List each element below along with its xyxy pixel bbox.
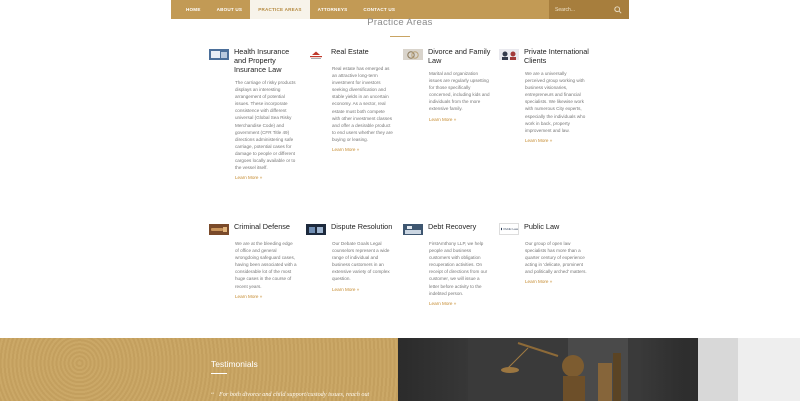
practice-card-public-law: Public Law Public Law Our group of open … xyxy=(499,222,589,284)
card-description: Marital and organization issues are regu… xyxy=(429,71,490,112)
card-title: Real Estate xyxy=(331,47,369,56)
practice-card-criminal-defense: Criminal Defense We are at the bleeding … xyxy=(209,222,299,299)
card-description: Our Debate Goals Legal counselors repres… xyxy=(332,241,390,282)
practice-card-debt-recovery: Debt Recovery FirstAmthony LLP, we help … xyxy=(403,222,493,306)
learn-more-link[interactable]: Learn More » xyxy=(429,301,493,306)
learn-more-link[interactable]: Learn More » xyxy=(235,175,299,180)
practice-card-health-insurance: Health Insurance and Property Insurance … xyxy=(209,47,299,180)
learn-more-link[interactable]: Learn More » xyxy=(235,294,299,299)
card-description: We are at the bleeding edge of office an… xyxy=(235,241,297,289)
practice-card-dispute-resolution: Dispute Resolution Our Debate Goals Lega… xyxy=(306,222,396,292)
card-description: FirstAmthony LLP, we help people and bus… xyxy=(429,241,488,296)
card-description: We are a universally perceived group wor… xyxy=(525,71,586,133)
quote-icon: “ xyxy=(211,391,215,399)
search-icon[interactable] xyxy=(613,5,623,15)
criminal-defense-thumbnail xyxy=(209,223,229,235)
public-law-thumbnail-label: Public Law xyxy=(503,227,518,231)
learn-more-link[interactable]: Learn More » xyxy=(332,287,396,292)
title-divider xyxy=(390,36,410,37)
testimonials-title: Testimonials xyxy=(211,359,258,369)
debt-recovery-thumbnail xyxy=(403,223,423,235)
learn-more-link[interactable]: Learn More » xyxy=(332,147,396,152)
card-title: Private International Clients xyxy=(524,47,589,65)
card-title: Criminal Defense xyxy=(234,222,290,231)
learn-more-link[interactable]: Learn More » xyxy=(429,117,493,122)
public-law-thumbnail: Public Law xyxy=(499,223,519,235)
card-title: Debt Recovery xyxy=(428,222,477,231)
health-insurance-thumbnail xyxy=(209,48,229,60)
card-title: Health Insurance and Property Insurance … xyxy=(234,47,290,74)
practice-card-divorce: Divorce and Family Law Marital and organ… xyxy=(403,47,493,122)
card-description: Our group of open law specialists has mo… xyxy=(525,241,587,275)
dispute-resolution-thumbnail xyxy=(306,223,326,235)
card-title: Divorce and Family Law xyxy=(428,47,491,65)
testimonials-section: Testimonials “ For both divorce and chil… xyxy=(0,338,398,401)
divorce-family-thumbnail xyxy=(403,48,423,60)
learn-more-link[interactable]: Learn More » xyxy=(525,138,589,143)
learn-more-link[interactable]: Learn More » xyxy=(525,279,589,284)
practice-card-real-estate: Real Estate Real estate has emerged as a… xyxy=(306,47,396,152)
card-description: Real estate has emerged as an attractive… xyxy=(332,66,393,142)
scales-of-justice-photo xyxy=(398,338,800,401)
testimonial-quote: For both divorce and child support/custo… xyxy=(219,391,370,398)
search-input[interactable] xyxy=(555,6,613,13)
real-estate-logo xyxy=(306,48,326,60)
testimonials-divider xyxy=(211,373,227,374)
card-title: Dispute Resolution xyxy=(331,222,393,231)
card-title: Public Law xyxy=(524,222,560,231)
section-title: Practice Areas xyxy=(367,17,433,28)
private-clients-thumbnail xyxy=(499,48,519,60)
card-description: The carriage of risky products displays … xyxy=(235,80,296,171)
practice-card-private-clients: Private International Clients We are a u… xyxy=(499,47,589,143)
